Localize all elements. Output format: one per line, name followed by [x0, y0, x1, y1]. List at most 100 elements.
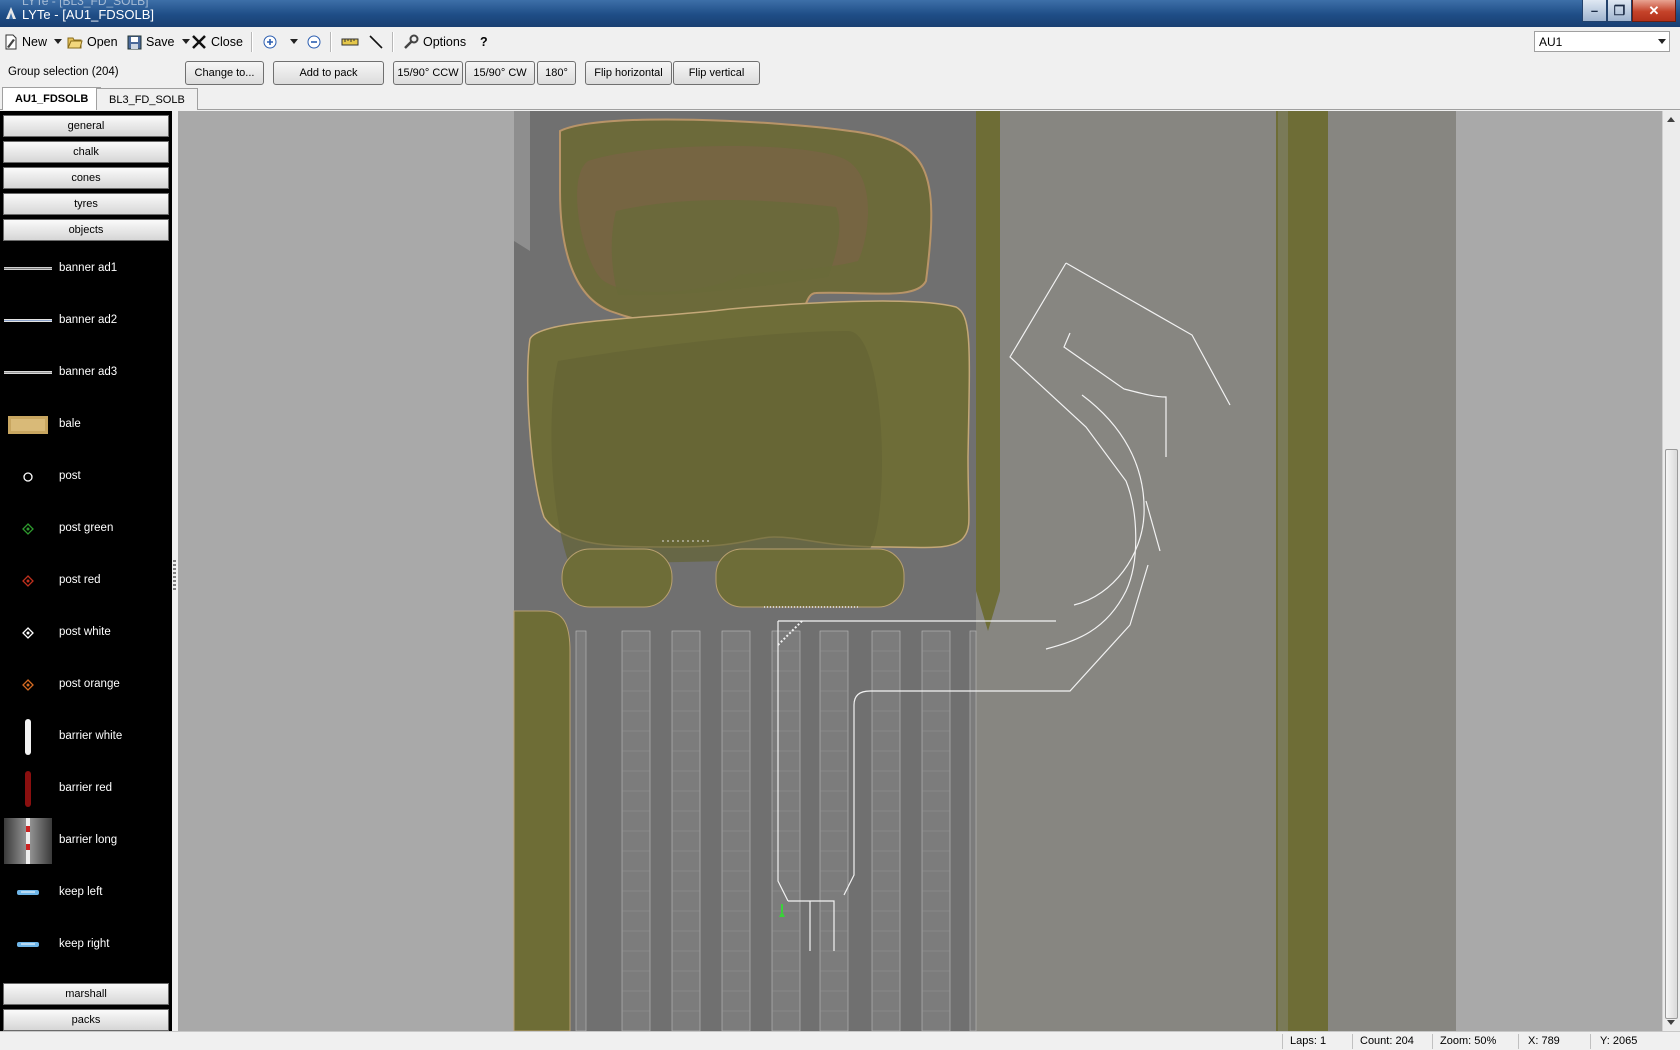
object-item[interactable]: keep left — [0, 873, 172, 913]
toolbar-separator — [392, 32, 393, 52]
rotate-cw-button[interactable]: 15/90° CW — [465, 61, 535, 85]
category-general-button[interactable]: general — [3, 115, 169, 137]
grass-island — [715, 548, 905, 608]
object-item[interactable]: post — [0, 457, 172, 497]
new-label: New — [22, 35, 48, 49]
zoom-out-button[interactable] — [307, 32, 321, 52]
post-green-icon — [22, 523, 34, 535]
barrier-white-icon — [25, 719, 31, 755]
tab-bl3-fd-solb[interactable]: BL3_FD_SOLB — [96, 88, 198, 110]
title-bar: LYTe - [BL3_FD_SOLB] LYTe - [AU1_FDSOLB]… — [0, 0, 1680, 27]
chevron-down-icon — [181, 39, 190, 44]
scroll-down-arrow-icon[interactable] — [1667, 1020, 1675, 1025]
rotate-ccw-button[interactable]: 15/90° CCW — [393, 61, 463, 85]
flip-vertical-button[interactable]: Flip vertical — [673, 61, 760, 85]
grass-strip — [976, 111, 1000, 631]
flip-horizontal-button[interactable]: Flip horizontal — [585, 61, 672, 85]
close-button[interactable]: Close — [191, 32, 243, 52]
object-item[interactable]: bale — [0, 405, 172, 445]
open-button[interactable]: Open — [67, 32, 118, 52]
line-tool-icon — [369, 35, 383, 49]
window-title: LYTe - [AU1_FDSOLB] — [22, 7, 154, 22]
track-select[interactable]: AU1 — [1534, 31, 1670, 52]
selection-bar: Group selection (204) Change to... Add t… — [0, 57, 1680, 87]
barrier-red-icon — [25, 771, 31, 807]
status-laps: Laps: 1 — [1290, 1035, 1327, 1047]
layout-canvas[interactable] — [178, 111, 1662, 1031]
status-zoom: Zoom: 50% — [1440, 1035, 1497, 1047]
category-packs-button[interactable]: packs — [3, 1009, 169, 1031]
close-label: Close — [211, 35, 243, 49]
app-icon — [6, 7, 16, 19]
scrollbar-thumb[interactable] — [1665, 449, 1678, 1019]
keep-left-icon — [17, 890, 39, 895]
object-item[interactable]: barrier red — [0, 769, 172, 809]
maximize-button[interactable]: ❐ — [1607, 0, 1632, 22]
object-item[interactable]: post green — [0, 509, 172, 549]
layout-tabs: AU1_FDSOLB BL3_FD_SOLB — [0, 87, 1680, 110]
options-label: Options — [423, 35, 467, 49]
track-map[interactable] — [178, 111, 1662, 1031]
help-button[interactable]: ? — [480, 32, 488, 52]
bale-icon — [8, 416, 48, 434]
measure-button[interactable] — [341, 32, 359, 52]
object-item[interactable]: banner ad3 — [0, 353, 172, 393]
ruler-icon — [341, 38, 359, 46]
status-y: Y: 2065 — [1600, 1035, 1638, 1047]
save-button[interactable]: Save — [127, 32, 190, 52]
banner-icon — [4, 267, 52, 270]
category-objects-button[interactable]: objects — [3, 219, 169, 241]
group-selection-label: Group selection (204) — [8, 66, 119, 78]
post-white-icon — [22, 627, 34, 639]
track-select-value: AU1 — [1539, 35, 1563, 49]
category-cones-button[interactable]: cones — [3, 167, 169, 189]
zoom-in-button[interactable] — [263, 32, 277, 52]
zoom-out-icon — [307, 35, 321, 49]
window-close-button[interactable]: ✕ — [1632, 0, 1676, 22]
post-red-icon — [22, 575, 34, 587]
object-item[interactable]: banner ad2 — [0, 301, 172, 341]
new-document-icon — [5, 34, 17, 50]
object-item[interactable]: barrier white — [0, 717, 172, 757]
keep-right-icon — [17, 942, 39, 947]
zoom-dropdown-button[interactable] — [290, 32, 298, 52]
post-icon — [23, 472, 33, 482]
wrench-icon — [404, 34, 419, 49]
chevron-down-icon — [54, 39, 63, 44]
object-item[interactable]: post red — [0, 561, 172, 601]
change-to-button[interactable]: Change to... — [185, 61, 264, 85]
tab-au1-fdsolb[interactable]: AU1_FDSOLB — [2, 87, 102, 110]
toolbar-separator — [251, 32, 252, 52]
vertical-scrollbar[interactable] — [1662, 111, 1680, 1031]
line-tool-button[interactable] — [368, 32, 384, 52]
grass-strip-edge — [1278, 111, 1288, 1031]
object-item[interactable]: post white — [0, 613, 172, 653]
object-item[interactable]: post orange — [0, 665, 172, 705]
barrier-long-icon — [4, 818, 52, 864]
category-chalk-button[interactable]: chalk — [3, 141, 169, 163]
add-to-pack-button[interactable]: Add to pack — [273, 61, 384, 85]
chevron-down-icon — [290, 39, 298, 44]
grass-strip — [513, 610, 571, 1031]
banner-icon — [4, 319, 52, 322]
open-label: Open — [87, 35, 118, 49]
rotate-180-button[interactable]: 180° — [537, 61, 576, 85]
new-button[interactable]: New — [4, 32, 63, 52]
object-palette: general chalk cones tyres objects banner… — [0, 111, 172, 1031]
category-tyres-button[interactable]: tyres — [3, 193, 169, 215]
scroll-up-arrow-icon[interactable] — [1667, 117, 1675, 122]
open-folder-icon — [67, 37, 83, 49]
save-label: Save — [146, 35, 175, 49]
minimize-button[interactable]: – — [1582, 0, 1607, 22]
chevron-down-icon — [1658, 39, 1666, 44]
options-button[interactable]: Options — [403, 32, 466, 52]
zoom-in-icon — [263, 35, 277, 49]
status-bar: Laps: 1 Count: 204 Zoom: 50% X: 789 Y: 2… — [0, 1031, 1680, 1050]
object-item[interactable]: banner ad1 — [0, 249, 172, 289]
category-marshall-button[interactable]: marshall — [3, 983, 169, 1005]
post-orange-icon — [22, 679, 34, 691]
sidebar-splitter[interactable] — [173, 560, 176, 590]
object-item[interactable]: barrier long — [0, 818, 172, 864]
main-toolbar: New Open Save Close Options ? AU1 — [0, 27, 1680, 57]
object-item[interactable]: keep right — [0, 925, 172, 965]
